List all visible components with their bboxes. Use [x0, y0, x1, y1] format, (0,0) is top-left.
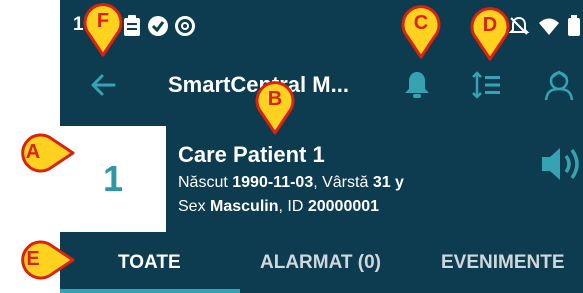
data-saver-icon — [175, 16, 195, 36]
callout-d-letter: D — [482, 14, 498, 36]
clipboard-icon — [124, 15, 140, 36]
active-tab-indicator — [60, 289, 240, 293]
age-value: 31 y — [372, 174, 404, 191]
patient-header: 1 Care Patient 1 Născut 1990-11-03, Vârs… — [60, 122, 583, 234]
patient-birth-age: Născut 1990-11-03, Vârstă 31 y — [178, 174, 404, 192]
patient-sex-id: Sex Masculin, ID 20000001 — [178, 198, 379, 216]
age-label: , Vârstă — [313, 174, 369, 191]
tab-bar: TOATE ALARMAT (0) EVENIMENTE — [60, 236, 583, 293]
callout-b-letter: B — [267, 88, 283, 110]
callout-f: F — [81, 1, 125, 57]
tab-evenimente[interactable]: EVENIMENTE — [441, 252, 565, 274]
nurse-profile-icon[interactable] — [542, 67, 576, 101]
callout-c: C — [399, 3, 443, 59]
battery-icon — [568, 15, 580, 36]
sex-label: Sex — [178, 198, 206, 215]
id-value: 20000001 — [307, 198, 380, 215]
wifi-icon — [539, 18, 559, 35]
callout-a: A — [11, 130, 75, 176]
id-label: , ID — [278, 198, 304, 215]
speaker-icon[interactable] — [540, 142, 583, 186]
check-circle-icon — [148, 16, 168, 36]
patient-name: Care Patient 1 — [178, 142, 325, 167]
back-arrow-icon[interactable] — [90, 72, 116, 98]
bell-icon[interactable] — [403, 70, 431, 100]
callout-e-letter: E — [26, 248, 40, 270]
callout-c-letter: C — [413, 12, 429, 34]
callout-e: E — [11, 237, 75, 283]
born-label: Născut — [178, 174, 228, 191]
tab-alarmat[interactable]: ALARMAT (0) — [260, 252, 381, 274]
callout-d: D — [468, 5, 512, 61]
callout-b: B — [253, 79, 297, 135]
callout-f-letter: F — [96, 10, 110, 32]
callout-a-letter: A — [25, 141, 41, 163]
born-date: 1990-11-03 — [232, 174, 314, 191]
bed-number[interactable]: 1 — [60, 126, 166, 232]
sex-value: Masculin — [210, 198, 279, 215]
sort-lines-icon[interactable] — [472, 70, 502, 100]
tab-toate[interactable]: TOATE — [118, 252, 181, 274]
